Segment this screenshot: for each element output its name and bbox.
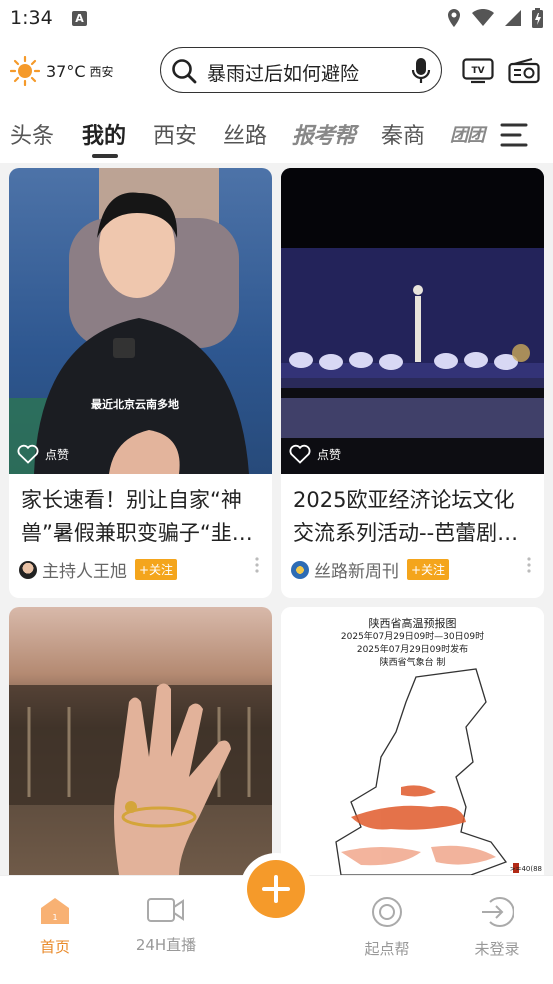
login-icon: [482, 897, 515, 927]
avatar: [19, 560, 37, 579]
sun-icon: [10, 56, 40, 86]
status-time: 1:34: [10, 7, 53, 29]
feed-card[interactable]: 最近北京云南多地 点赞 家长速看！别让自家“神兽”暑假兼职变骗子“韭… 主持人王…: [9, 168, 272, 598]
video-camera-icon: [147, 898, 184, 922]
tab-exam-help[interactable]: 报考帮: [292, 118, 356, 150]
like-control[interactable]: 点赞: [17, 444, 69, 464]
microphone-icon[interactable]: [411, 57, 431, 85]
nav-label: 首页: [39, 938, 70, 956]
card-author[interactable]: 丝路新周刊 +关注: [291, 557, 450, 582]
heart-icon: [289, 444, 311, 464]
tab-mine[interactable]: 我的: [82, 118, 126, 150]
video-thumbnail: 最近北京云南多地 点赞: [9, 168, 272, 474]
nav-label: 未登录: [474, 940, 520, 958]
more-options-icon[interactable]: [254, 556, 260, 574]
author-name: 丝路新周刊: [314, 562, 399, 582]
signal-icon: [505, 10, 521, 26]
target-circle-icon: [372, 897, 402, 927]
nav-home[interactable]: 1 首页: [15, 896, 95, 957]
card-title[interactable]: 2025欧亚经济论坛文化交流系列活动--芭蕾剧…: [293, 484, 533, 550]
radio-icon[interactable]: [508, 58, 540, 84]
nav-label: 起点帮: [364, 940, 410, 958]
nav-label: 24H直播: [135, 936, 197, 954]
nav-qidianbang[interactable]: 起点帮: [347, 896, 427, 959]
a-notification-icon: A: [72, 11, 87, 26]
like-label: 点赞: [45, 447, 70, 462]
video-thumbnail: 点赞: [281, 168, 544, 474]
avatar: [291, 560, 309, 579]
weather-city: 西安: [89, 64, 114, 79]
plus-icon: [262, 875, 290, 903]
tab-silk-road[interactable]: 丝路: [223, 118, 267, 150]
like-label: 点赞: [317, 447, 342, 462]
tab-xian[interactable]: 西安: [153, 118, 197, 150]
card-title[interactable]: 家长速看！别让自家“神兽”暑假兼职变骗子“韭…: [21, 484, 261, 550]
nav-login[interactable]: 未登录: [457, 896, 537, 959]
hand-photo: [9, 683, 272, 875]
top-header: 37°C 西安 暴雨过后如何避险 TV: [0, 44, 553, 100]
tab-tuantuan[interactable]: 团团: [450, 121, 485, 147]
svg-text:TV: TV: [471, 66, 484, 76]
svg-text:1: 1: [52, 913, 57, 922]
search-suggestion-text: 暴雨过后如何避险: [207, 63, 360, 85]
search-icon: [172, 59, 197, 84]
map-legend: >=40(88: [509, 865, 542, 873]
search-bar[interactable]: 暴雨过后如何避险: [160, 47, 442, 93]
card-author[interactable]: 主持人王旭 +关注: [19, 557, 178, 582]
feed-card[interactable]: 陕西省高温预报图 2025年07月29日09时—30日09时 2025年07月2…: [281, 607, 544, 875]
publish-button[interactable]: [247, 860, 305, 918]
weather-map: 陕西省高温预报图 2025年07月29日09时—30日09时 2025年07月2…: [281, 607, 544, 875]
weather-temperature: 37°C: [46, 61, 86, 81]
weather-widget[interactable]: 37°C 西安: [10, 56, 114, 86]
tv-icon[interactable]: TV: [462, 58, 494, 84]
menu-icon[interactable]: [500, 122, 528, 148]
like-control[interactable]: 点赞: [289, 444, 341, 464]
category-tabs: 头条 我的 西安 丝路 报考帮 秦商 团团: [0, 112, 553, 160]
tab-headline[interactable]: 头条: [10, 118, 54, 150]
nav-live-24h[interactable]: 24H直播: [126, 896, 206, 955]
video-caption: 最近北京云南多地: [91, 398, 179, 411]
active-tab-indicator: [92, 154, 118, 158]
ballet-stage-photo: [281, 168, 544, 438]
bottom-navigation: 1 首页 24H直播 起点帮 未登录: [0, 860, 553, 984]
tab-qin-business[interactable]: 秦商: [381, 118, 425, 150]
follow-button[interactable]: +关注: [407, 559, 450, 580]
feed-card[interactable]: [9, 607, 272, 875]
status-bar: 1:34 A: [0, 0, 553, 38]
wifi-icon: [472, 9, 494, 26]
shaanxi-province-map: [335, 668, 519, 875]
bracelet-photo: [9, 607, 272, 875]
follow-button[interactable]: +关注: [135, 559, 178, 580]
feed-card[interactable]: 点赞 2025欧亚经济论坛文化交流系列活动--芭蕾剧… 丝路新周刊 +关注: [281, 168, 544, 598]
location-icon: [448, 9, 460, 27]
more-options-icon[interactable]: [526, 556, 532, 574]
host-photo: [9, 168, 249, 474]
home-icon: 1: [41, 898, 69, 924]
heart-icon: [17, 444, 39, 464]
author-name: 主持人王旭: [42, 562, 127, 582]
battery-icon: [532, 8, 543, 28]
